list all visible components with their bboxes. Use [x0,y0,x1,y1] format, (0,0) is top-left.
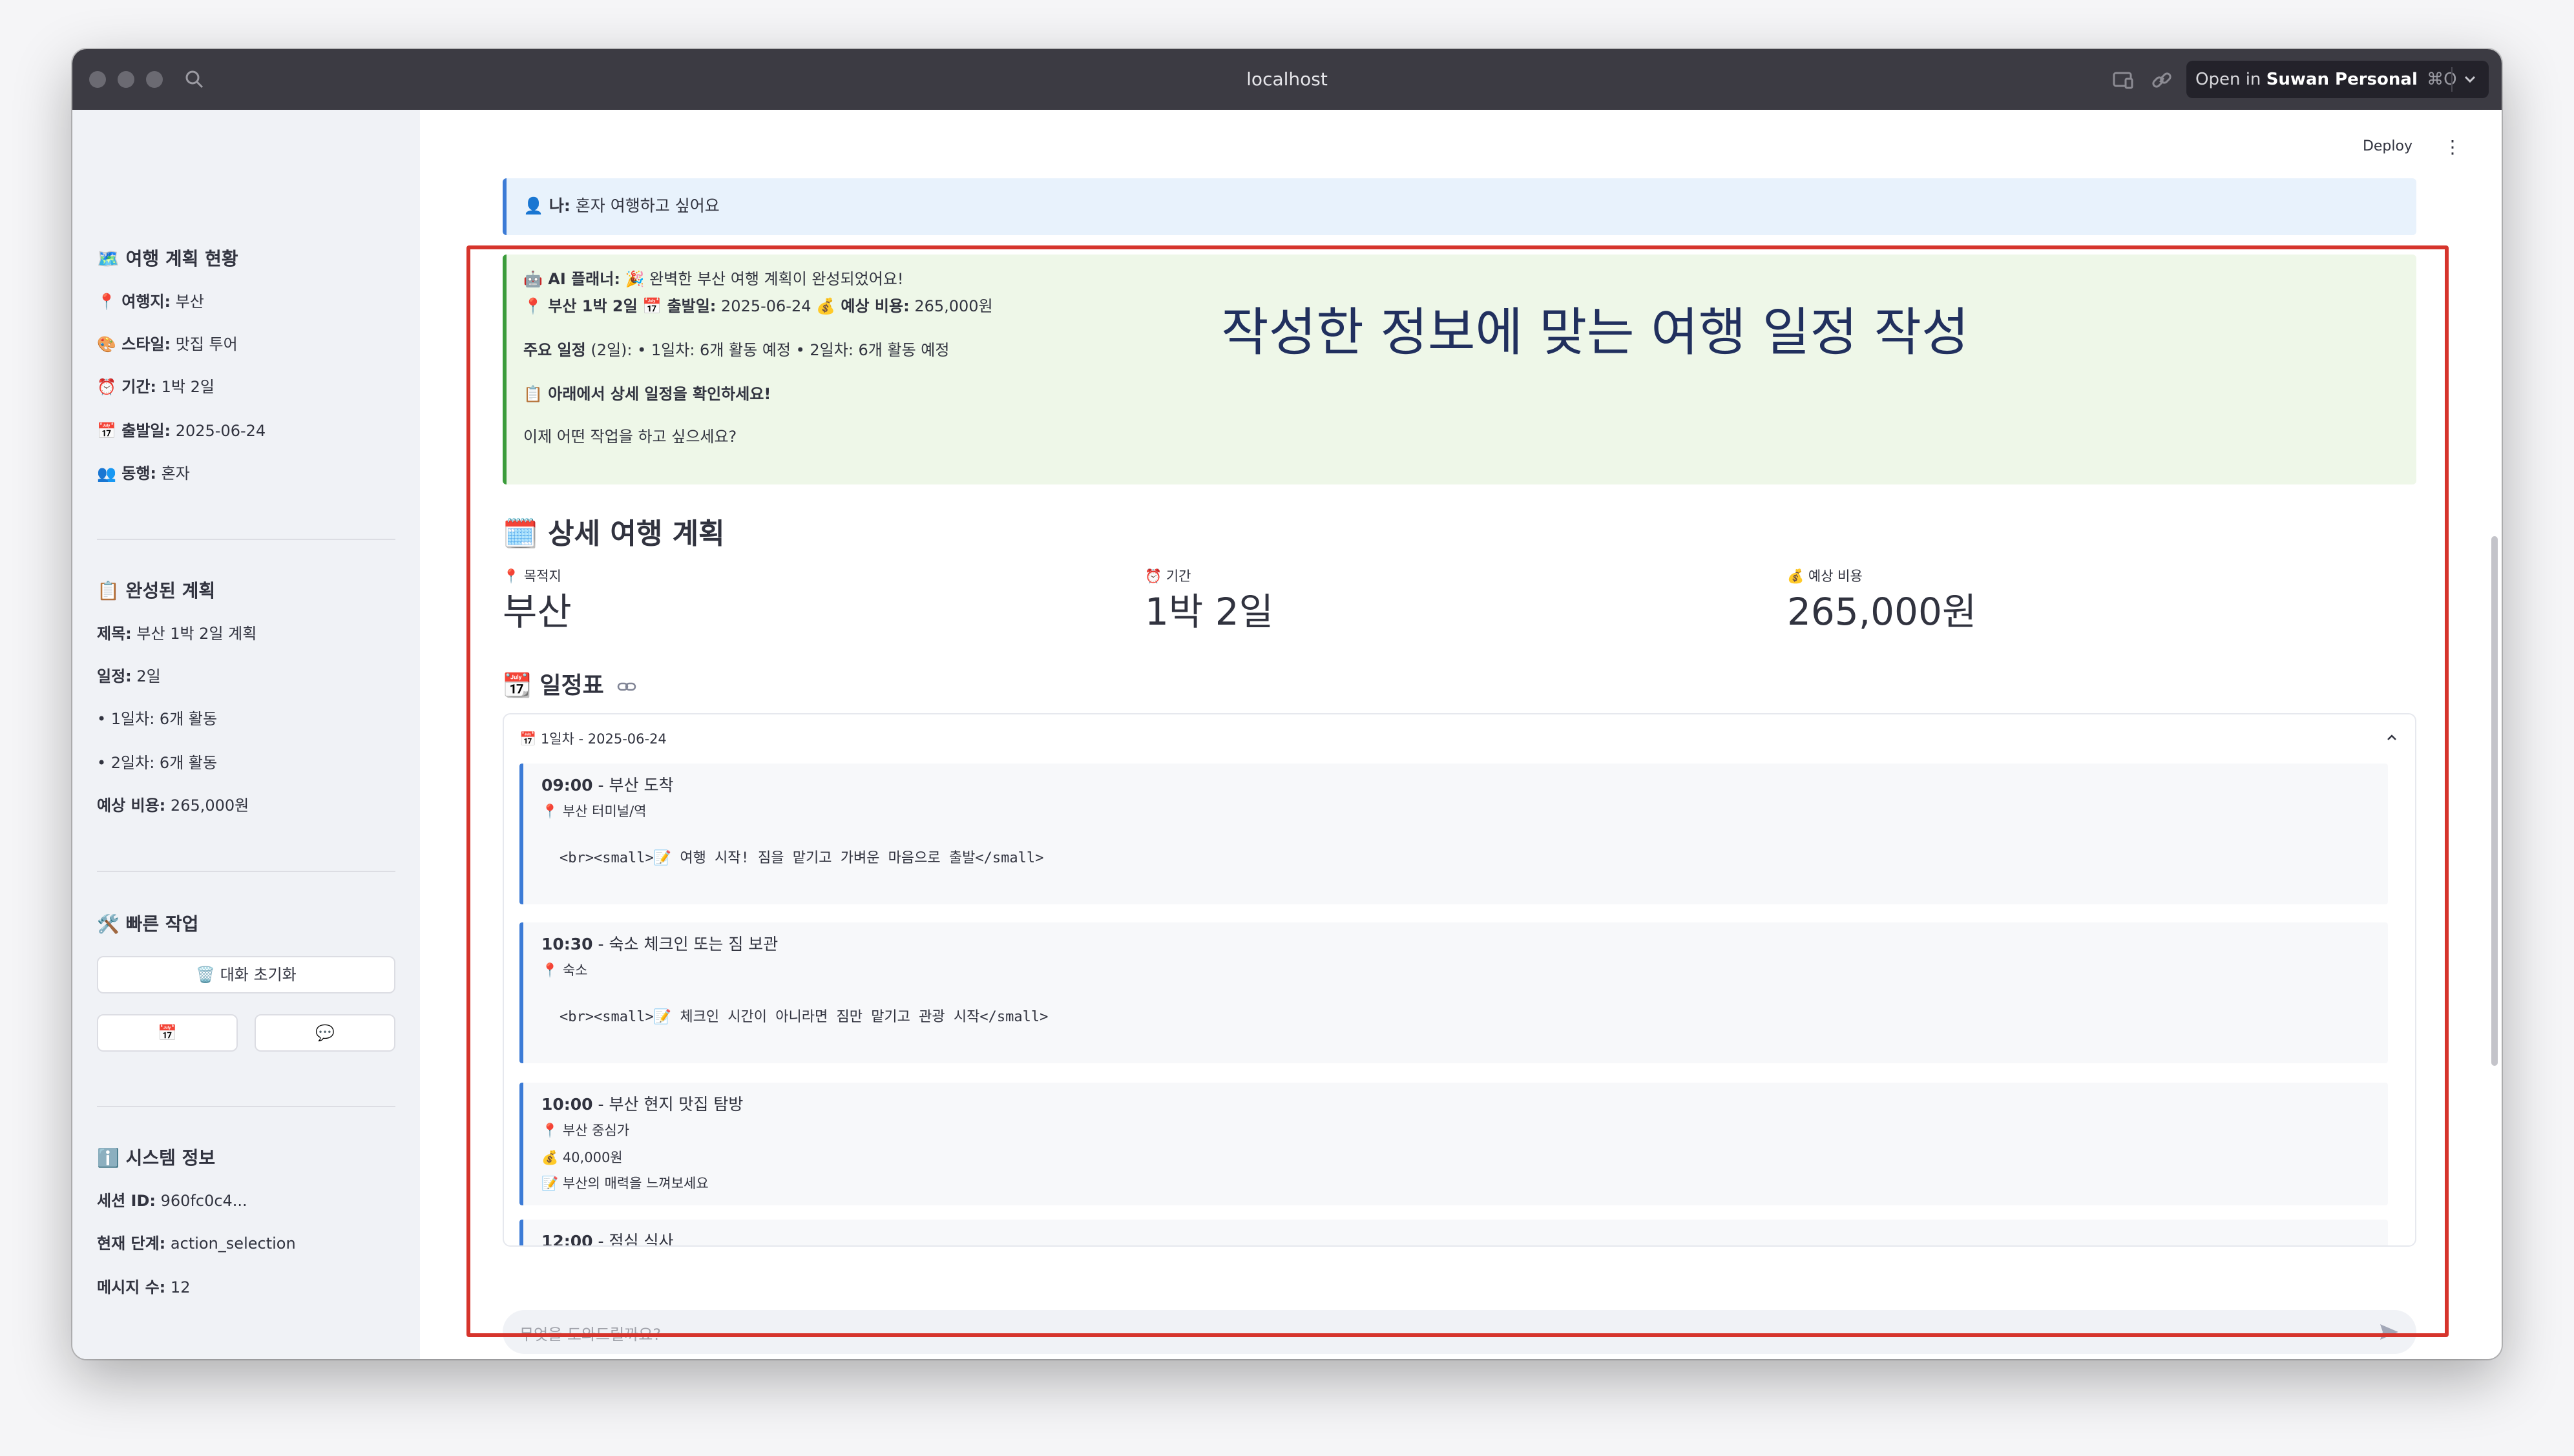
address-bar-url[interactable]: localhost [72,65,2502,94]
chat-button[interactable]: 💬 [255,1014,395,1052]
sidebar-divider [97,1106,395,1107]
style-row: 🎨 스타일: 맛집 투어 [97,335,238,353]
companion-row: 👥 동행: 혼자 [97,464,190,483]
calendar-button[interactable]: 📅 [97,1014,238,1052]
sidebar-divider [97,539,395,540]
current-stage-row: 현재 단계: action_selection [97,1234,296,1253]
sidebar-divider [97,871,395,872]
link-icon[interactable] [2149,67,2175,93]
destination-row: 📍 여행지: 부산 [97,293,204,311]
reset-chat-button[interactable]: 🗑️ 대화 초기화 [97,956,395,993]
deploy-button[interactable]: Deploy [2363,138,2412,154]
travel-status-heading: 🗺️ 여행 계획 현황 [97,248,238,269]
main-menu-button[interactable]: ⋮ [2443,138,2462,156]
main-content: Deploy ⋮ 👤 나: 혼자 여행하고 싶어요 🤖 AI 플래너: 🎉 완벽… [420,110,2502,1359]
open-in-profile-name: Suwan Personal [2266,70,2418,89]
departure-row: 📅 출발일: 2025-06-24 [97,422,266,440]
open-in-profile-button[interactable]: Open in Suwan Personal ⌘O [2186,61,2489,98]
completed-plan-heading: 📋 완성된 계획 [97,580,216,601]
browser-titlebar: localhost Open in Suwan Personal ⌘O [72,49,2502,110]
plan-day1-row: • 1일차: 6개 활동 [97,710,218,728]
plan-cost-row: 예상 비용: 265,000원 [97,796,249,815]
chevron-down-icon[interactable] [2462,71,2478,88]
open-in-divider [2451,67,2453,92]
open-in-prefix: Open in [2195,70,2261,89]
period-row: ⏰ 기간: 1박 2일 [97,378,214,396]
cast-icon[interactable] [2110,67,2136,93]
scrollbar[interactable] [2491,536,2498,1066]
session-id-row: 세션 ID: 960fc0c4... [97,1192,247,1210]
quick-actions-heading: 🛠️ 빠른 작업 [97,913,199,935]
message-count-row: 메시지 수: 12 [97,1278,191,1296]
plan-day2-row: • 2일차: 6개 활동 [97,754,218,772]
user-message: 👤 나: 혼자 여행하고 싶어요 [503,178,2416,235]
user-message-text: 👤 나: 혼자 여행하고 싶어요 [523,196,720,215]
browser-window: localhost Open in Suwan Personal ⌘O 🗺️ 여… [72,49,2502,1359]
system-info-heading: ℹ️ 시스템 정보 [97,1147,216,1169]
plan-days-row: 일정: 2일 [97,667,161,685]
sidebar: 🗺️ 여행 계획 현황 📍 여행지: 부산 🎨 스타일: 맛집 투어 ⏰ 기간:… [72,110,420,1359]
plan-title-row: 제목: 부산 1박 2일 계획 [97,625,257,643]
highlight-annotation-frame [466,245,2449,1337]
